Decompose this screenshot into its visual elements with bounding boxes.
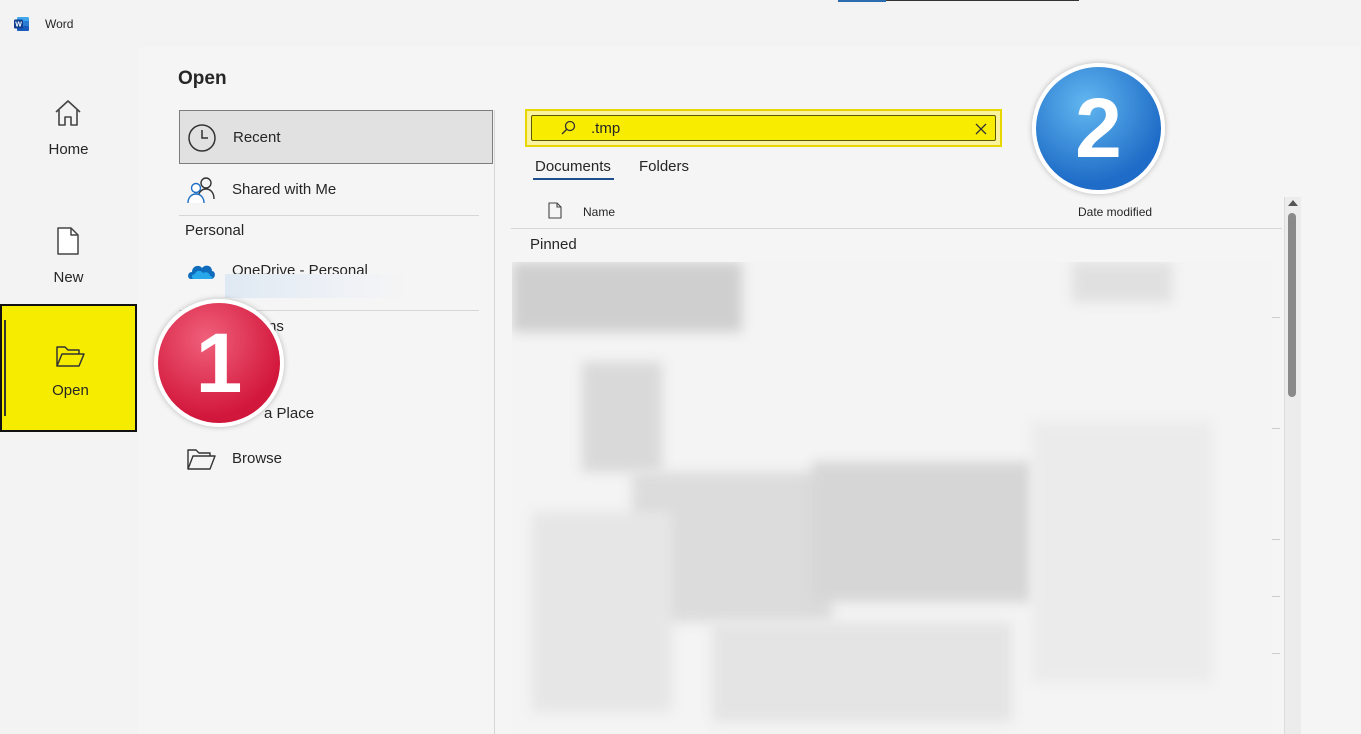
step-2-badge: 2: [1032, 63, 1165, 194]
nav-open-selection-bar: [4, 320, 6, 416]
column-header-date-modified[interactable]: Date modified: [1078, 205, 1152, 219]
scroll-up-arrow-icon[interactable]: [1288, 200, 1298, 206]
nav-new-label: New: [53, 269, 84, 286]
nav-home[interactable]: Home: [0, 63, 137, 189]
section-personal-label: Personal: [185, 222, 245, 239]
location-browse[interactable]: Browse: [179, 432, 493, 486]
clock-icon: [188, 124, 216, 152]
tab-documents[interactable]: Documents: [535, 158, 611, 175]
location-shared-label: Shared with Me: [232, 181, 337, 198]
column-header-name[interactable]: Name: [583, 205, 615, 219]
location-recent[interactable]: Recent: [179, 110, 493, 164]
shared-people-icon: [187, 177, 215, 204]
nav-new[interactable]: New: [0, 191, 137, 317]
location-shared-with-me[interactable]: Shared with Me: [179, 163, 493, 217]
search-highlight: [525, 109, 1002, 147]
row-divider: [1272, 596, 1280, 597]
location-addplace-label: a Place: [264, 405, 315, 422]
nav-open-label: Open: [52, 382, 89, 399]
browse-folder-icon: [187, 449, 216, 470]
tab-folders[interactable]: Folders: [639, 158, 689, 175]
column-divider: [494, 110, 495, 734]
svg-text:W: W: [15, 22, 22, 29]
tab-documents-underline: [533, 178, 614, 180]
file-type-icon: [548, 202, 562, 219]
step-1-badge: 1: [154, 299, 284, 427]
clear-search-icon[interactable]: [974, 122, 988, 136]
nav-open[interactable]: Open: [0, 304, 137, 432]
pinned-section-label: Pinned: [530, 236, 577, 253]
search-icon: [561, 120, 576, 135]
file-list-header: Name Date modified: [511, 197, 1282, 229]
location-browse-label: Browse: [232, 450, 283, 467]
nav-home-label: Home: [48, 141, 89, 158]
titlebar-divider-line: [886, 0, 1079, 1]
file-list-scrollbar[interactable]: [1284, 197, 1301, 734]
locations-separator: [179, 215, 479, 216]
row-divider: [1272, 428, 1280, 429]
titlebar-accent-line: [838, 0, 886, 2]
row-divider: [1272, 317, 1280, 318]
search-box[interactable]: [531, 115, 996, 141]
row-divider: [1272, 653, 1280, 654]
new-document-icon: [57, 227, 79, 255]
home-icon: [55, 100, 81, 126]
backstage-nav: Home New Open: [0, 47, 137, 734]
location-onedrive-personal[interactable]: OneDrive - Personal: [179, 243, 493, 298]
title-bar: W Word: [0, 0, 1361, 47]
page-title: Open: [178, 68, 227, 89]
open-folder-icon: [56, 346, 85, 367]
word-logo-icon: W: [14, 17, 29, 31]
row-divider: [1272, 539, 1280, 540]
blurred-file-list: [512, 262, 1272, 734]
scrollbar-thumb[interactable]: [1288, 213, 1296, 397]
onedrive-cloud-icon: [188, 265, 215, 279]
blurred-account-email: [225, 274, 410, 298]
app-title: Word: [45, 17, 74, 31]
location-recent-label: Recent: [233, 129, 281, 146]
search-input[interactable]: [591, 118, 951, 138]
